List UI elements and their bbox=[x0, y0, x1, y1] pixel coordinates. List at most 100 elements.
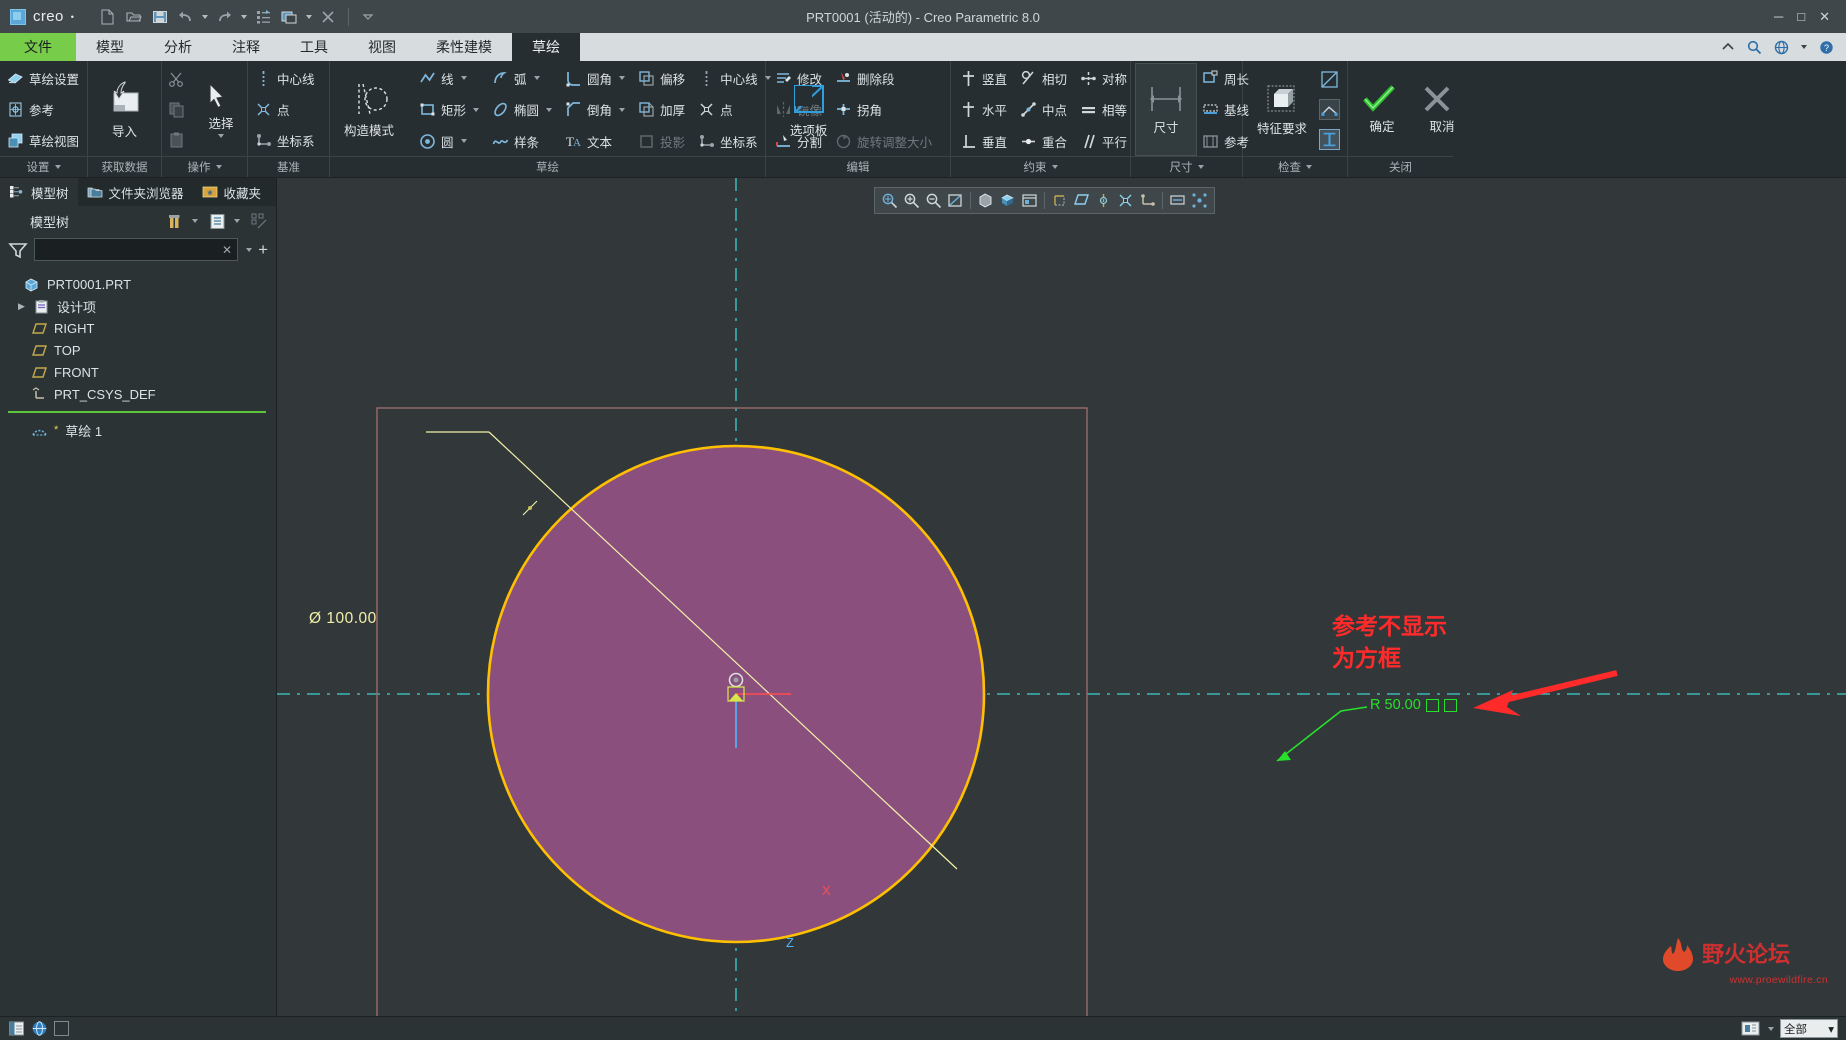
ok-button[interactable]: 确定 bbox=[1352, 83, 1412, 136]
tree-tools-dropdown-icon[interactable] bbox=[192, 219, 198, 223]
sketch-csys-button[interactable]: 坐标系 bbox=[695, 128, 777, 154]
parallel-constraint-button[interactable]: 平行 bbox=[1077, 128, 1133, 154]
reference-button[interactable]: 参考 bbox=[4, 97, 83, 123]
clear-filter-icon[interactable]: ✕ bbox=[222, 243, 232, 257]
line-button[interactable]: 线 bbox=[416, 65, 485, 91]
vertical-constraint-button[interactable]: 竖直 bbox=[957, 65, 1013, 91]
perpendicular-constraint-button[interactable]: 垂直 bbox=[957, 128, 1013, 154]
web-link-icon[interactable] bbox=[31, 1020, 48, 1037]
chamfer-dropdown-icon[interactable] bbox=[619, 107, 626, 112]
help-dropdown-icon[interactable] bbox=[1801, 45, 1807, 49]
highlight-open-ends-icon[interactable] bbox=[1319, 98, 1341, 120]
ribbon-group-constraints-label[interactable]: 约束 bbox=[951, 156, 1130, 177]
project-button[interactable]: 投影 bbox=[635, 128, 691, 154]
midpoint-constraint-button[interactable]: 中点 bbox=[1017, 97, 1073, 123]
sidebar-tab-folder-browser[interactable]: 文件夹浏览器 bbox=[77, 178, 193, 206]
tangent-constraint-button[interactable]: 相切 bbox=[1017, 65, 1073, 91]
line-dropdown-icon[interactable] bbox=[460, 76, 467, 80]
collapse-ribbon-icon[interactable] bbox=[1721, 42, 1735, 52]
tree-item-design-items[interactable]: ▶ 设计项 bbox=[0, 295, 276, 317]
ellipse-dropdown-icon[interactable] bbox=[546, 107, 553, 112]
filter-dropdown-icon[interactable] bbox=[246, 247, 253, 252]
circle-button[interactable]: 圆 bbox=[416, 128, 485, 154]
close-window-button[interactable] bbox=[317, 5, 341, 29]
rectangle-button[interactable]: 矩形 bbox=[416, 97, 485, 123]
rectangle-dropdown-icon[interactable] bbox=[473, 107, 480, 112]
ribbon-group-inspect-label[interactable]: 检查 bbox=[1243, 156, 1347, 177]
spline-button[interactable]: 样条 bbox=[489, 128, 558, 154]
fillet-button[interactable]: 圆角 bbox=[562, 65, 631, 91]
tree-expand-arrow[interactable]: ▶ bbox=[18, 301, 28, 312]
thicken-button[interactable]: 加厚 bbox=[635, 97, 691, 123]
tab-analysis[interactable]: 分析 bbox=[144, 33, 212, 61]
new-file-button[interactable] bbox=[96, 5, 120, 29]
tree-item-top[interactable]: TOP bbox=[0, 339, 276, 361]
search-icon[interactable] bbox=[1747, 40, 1762, 55]
ribbon-group-operations-label[interactable]: 操作 bbox=[162, 156, 247, 177]
regenerate-button[interactable] bbox=[252, 5, 276, 29]
feature-requirement-button[interactable]: 特征要求 bbox=[1247, 63, 1317, 156]
add-filter-icon[interactable]: + bbox=[258, 241, 268, 258]
selection-filter-combo[interactable]: 全部 ▾ bbox=[1780, 1019, 1838, 1038]
offset-button[interactable]: 偏移 bbox=[635, 65, 691, 91]
redo-button[interactable] bbox=[213, 5, 237, 29]
arc-button[interactable]: 弧 bbox=[489, 65, 558, 91]
rotate-resize-button[interactable]: 旋转调整大小 bbox=[832, 128, 938, 154]
sidebar-tab-favorites[interactable]: 收藏夹 bbox=[192, 178, 271, 206]
paste-icon[interactable] bbox=[168, 131, 185, 148]
tab-view[interactable]: 视图 bbox=[348, 33, 416, 61]
tree-item-active-sketch[interactable]: * 草绘 1 bbox=[0, 419, 276, 441]
undo-dropdown[interactable] bbox=[200, 5, 211, 29]
filter-status-icon[interactable] bbox=[54, 1021, 69, 1036]
maximize-button[interactable]: □ bbox=[1797, 9, 1805, 24]
tab-file[interactable]: 文件 bbox=[0, 33, 76, 61]
sketch-centerline-button[interactable]: 中心线 bbox=[695, 65, 777, 91]
arc-dropdown-icon[interactable] bbox=[533, 76, 540, 80]
equal-constraint-button[interactable]: 相等 bbox=[1077, 97, 1133, 123]
tab-tools[interactable]: 工具 bbox=[280, 33, 348, 61]
close-button[interactable]: ✕ bbox=[1819, 9, 1830, 25]
import-button[interactable]: 导入 bbox=[95, 78, 155, 141]
ribbon-group-settings-label[interactable]: 设置 bbox=[0, 156, 87, 177]
select-dropdown-icon[interactable] bbox=[218, 134, 224, 138]
save-file-button[interactable] bbox=[148, 5, 172, 29]
sketch-point-button[interactable]: 点 bbox=[695, 97, 777, 123]
select-button[interactable]: 选择 bbox=[191, 80, 251, 139]
circle-dropdown-icon[interactable] bbox=[460, 139, 467, 143]
customize-qat-button[interactable] bbox=[356, 5, 380, 29]
sidebar-tab-model-tree[interactable]: 模型树 bbox=[0, 178, 78, 206]
tree-item-part[interactable]: PRT0001.PRT bbox=[0, 273, 276, 295]
selection-filter-icon[interactable] bbox=[1741, 1020, 1760, 1037]
tree-item-front[interactable]: FRONT bbox=[0, 361, 276, 383]
datum-centerline-button[interactable]: 中心线 bbox=[252, 66, 325, 92]
graphics-area[interactable]: Ø 100.00 R 50.00 X Z 参考不显示 为方框 野火论坛 www.… bbox=[277, 178, 1846, 1016]
help-question-icon[interactable]: ? bbox=[1819, 40, 1834, 55]
construction-mode-button[interactable]: 构造模式 bbox=[334, 63, 404, 156]
coincident-constraint-button[interactable]: 重合 bbox=[1017, 128, 1073, 154]
delete-segment-button[interactable]: 删除段 bbox=[832, 65, 938, 91]
datum-csys-button[interactable]: 坐标系 bbox=[252, 128, 325, 154]
chamfer-button[interactable]: 倒角 bbox=[562, 97, 631, 123]
sketch-view-button[interactable]: 草绘视图 bbox=[4, 128, 83, 154]
divide-button[interactable]: 分割 bbox=[772, 128, 828, 154]
tree-item-right[interactable]: RIGHT bbox=[0, 317, 276, 339]
undo-button[interactable] bbox=[174, 5, 198, 29]
corner-button[interactable]: 拐角 bbox=[832, 97, 938, 123]
open-file-button[interactable] bbox=[122, 5, 146, 29]
window-button[interactable] bbox=[278, 5, 302, 29]
tab-annotate[interactable]: 注释 bbox=[212, 33, 280, 61]
message-log-icon[interactable] bbox=[8, 1020, 25, 1037]
model-tree-filter-input[interactable]: ✕ bbox=[34, 238, 239, 261]
diameter-dimension-label[interactable]: Ø 100.00 bbox=[309, 610, 377, 628]
help-globe-icon[interactable] bbox=[1774, 40, 1789, 55]
datum-point-button[interactable]: 点 bbox=[252, 97, 325, 123]
filter-icon[interactable] bbox=[8, 241, 28, 259]
ellipse-button[interactable]: 椭圆 bbox=[489, 97, 558, 123]
tab-model[interactable]: 模型 bbox=[76, 33, 144, 61]
tab-flexible-modeling[interactable]: 柔性建模 bbox=[416, 33, 512, 61]
tree-settings-icon[interactable] bbox=[209, 213, 226, 230]
redo-dropdown[interactable] bbox=[239, 5, 250, 29]
selection-filter-dropdown-icon[interactable] bbox=[1768, 1026, 1774, 1031]
ribbon-group-dimension-label[interactable]: 尺寸 bbox=[1131, 156, 1242, 177]
sketch-canvas[interactable] bbox=[277, 178, 1846, 1016]
